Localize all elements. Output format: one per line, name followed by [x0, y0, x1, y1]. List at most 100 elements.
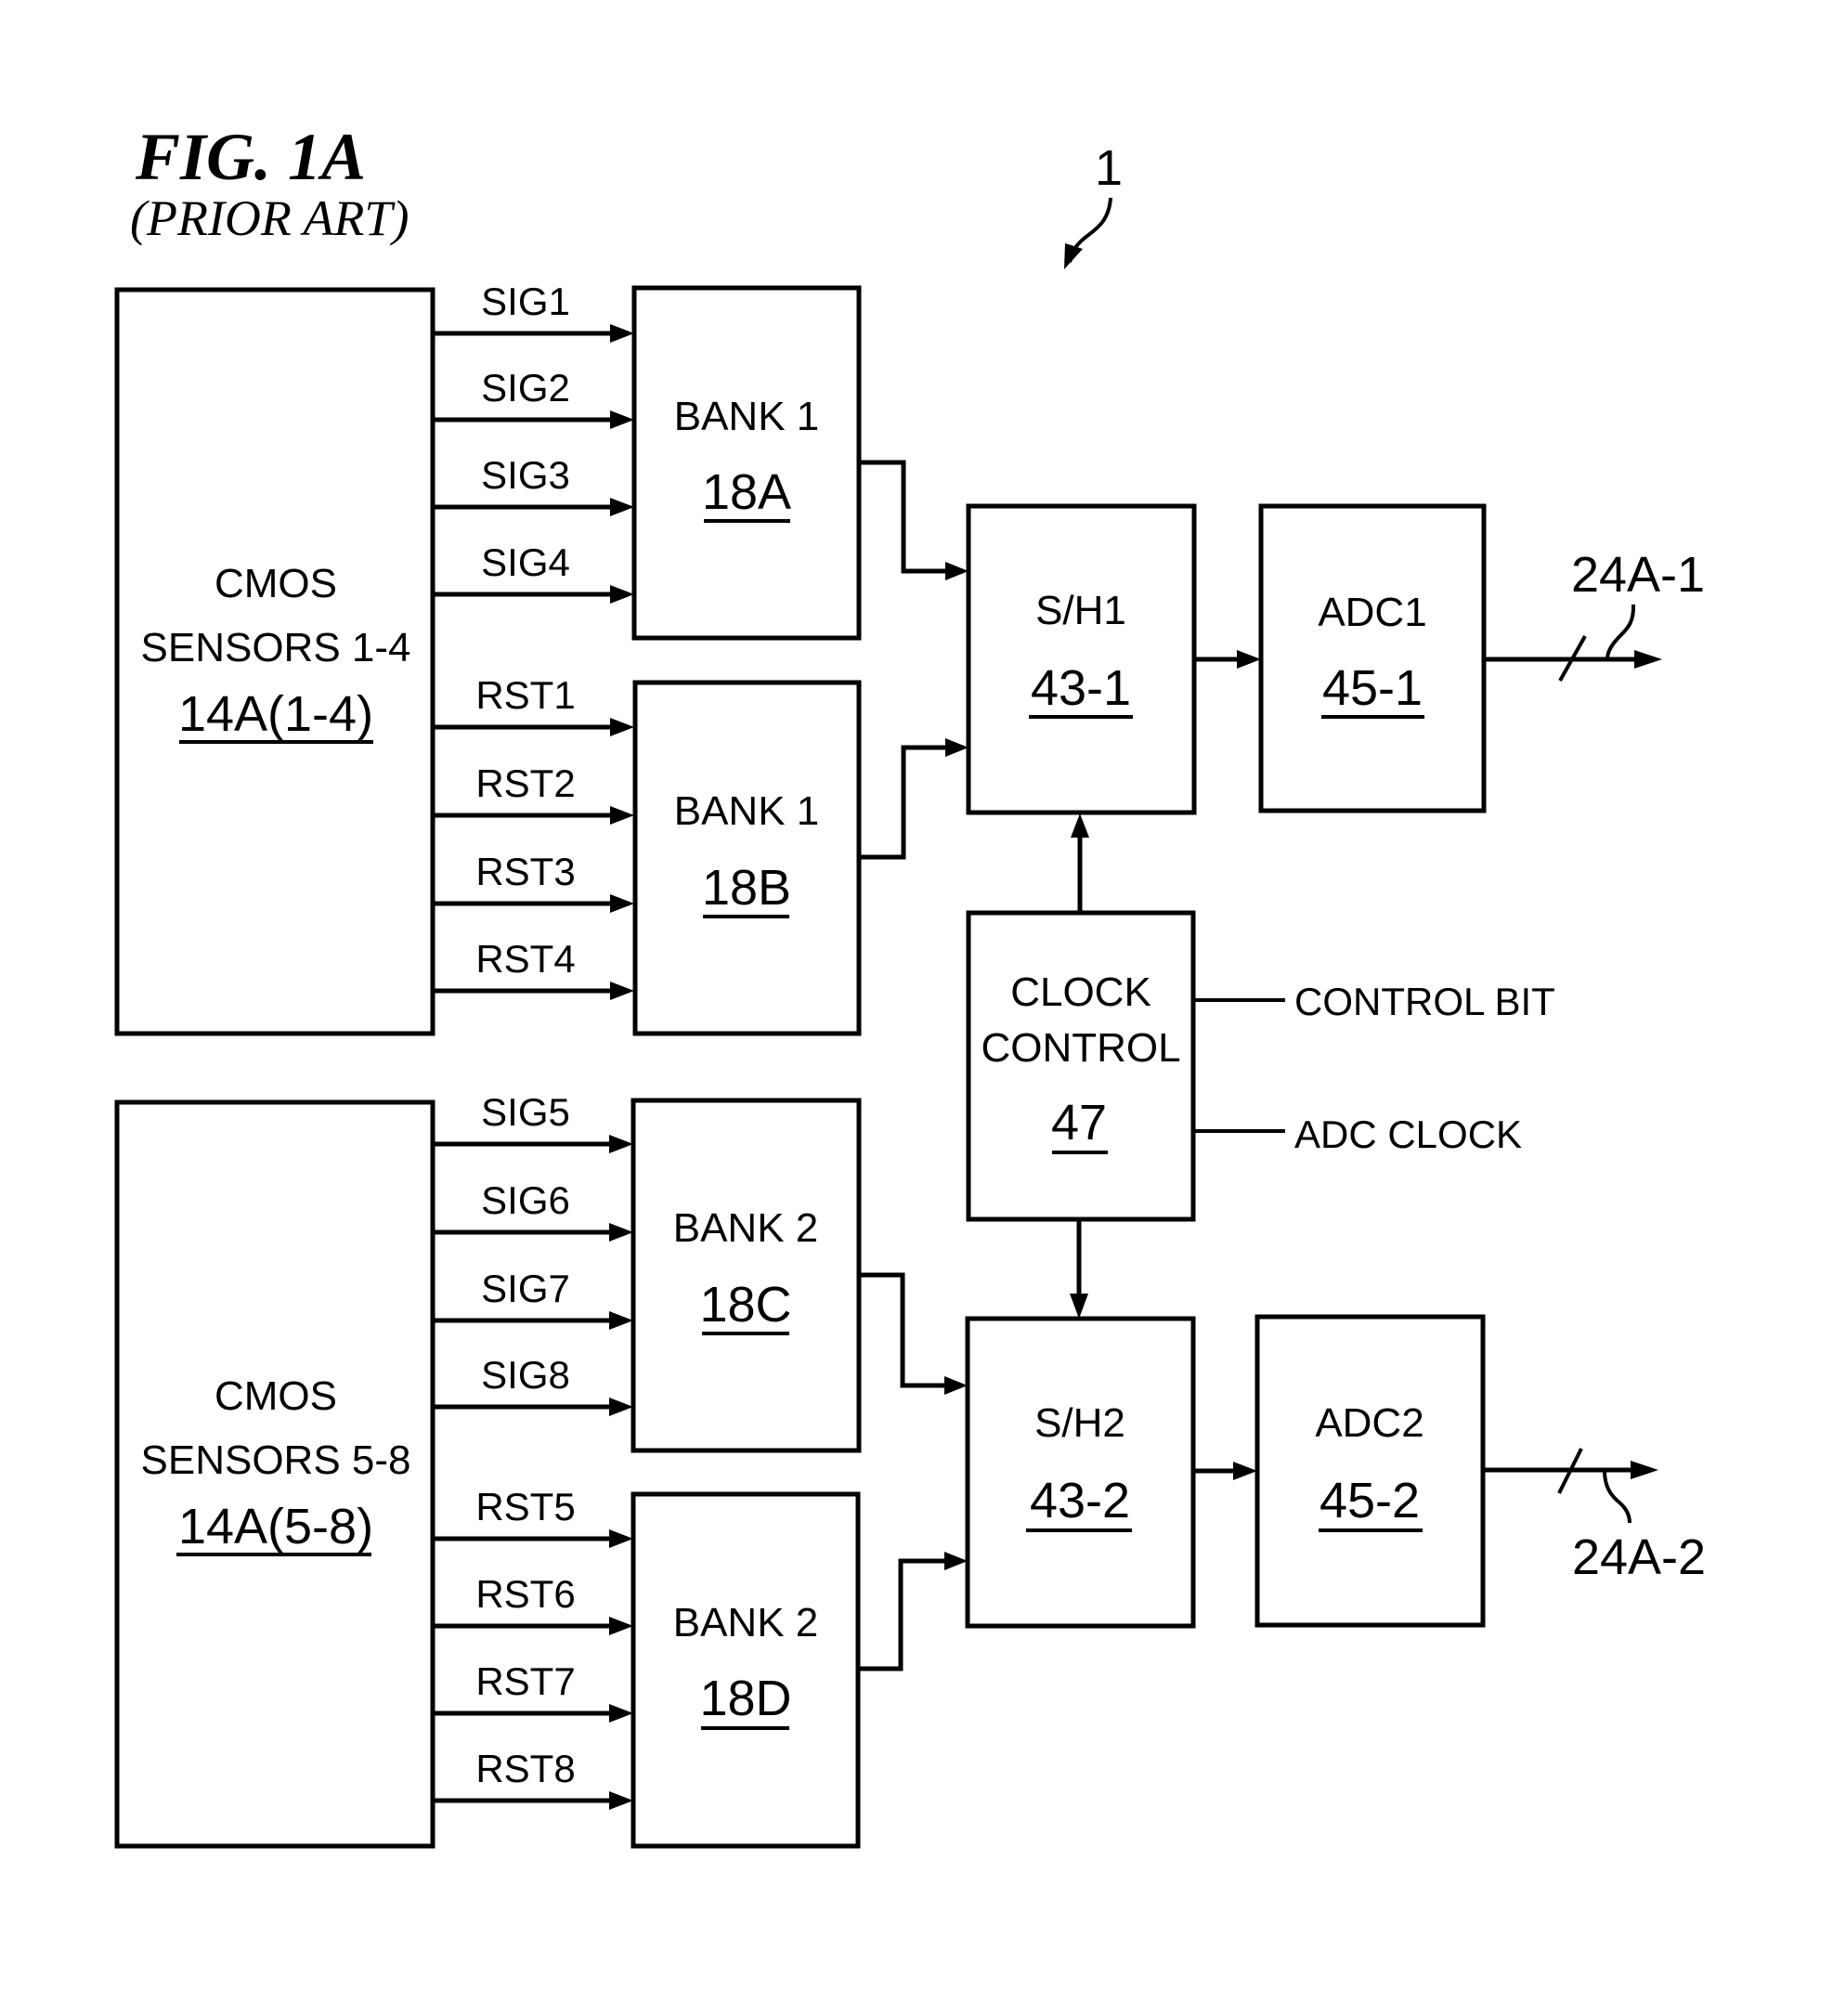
clock-control-line2: CONTROL [981, 1025, 1180, 1071]
signal-label-rst1: RST1 [475, 673, 575, 717]
signal-label-rst2: RST2 [475, 761, 575, 805]
bank-18c-box [630, 1098, 862, 1453]
bank-18d-name: BANK 2 [673, 1600, 819, 1645]
signal-label-sig8: SIG8 [481, 1353, 570, 1397]
bank-18a-ref: 18A [702, 464, 791, 520]
signal-wire-rst2: RST2 [433, 761, 634, 825]
signal-label-sig5: SIG5 [481, 1090, 570, 1134]
signal-label-sig7: SIG7 [481, 1267, 570, 1310]
bank-18d-ref: 18D [699, 1671, 791, 1726]
arrowhead-icon [609, 1135, 633, 1153]
signal-label-rst8: RST8 [475, 1747, 575, 1790]
arrowhead-icon [610, 718, 634, 736]
signal-wire-rst6: RST6 [433, 1572, 633, 1635]
clock-control-ref: 47 [1051, 1095, 1107, 1151]
signal-wire-sig7: SIG7 [433, 1267, 633, 1330]
adc2-ref: 45-2 [1320, 1473, 1420, 1528]
signal-label-rst3: RST3 [475, 850, 575, 893]
bank-18c-name: BANK 2 [673, 1205, 819, 1251]
signal-label-sig2: SIG2 [481, 366, 570, 410]
lower-signals-wires: SIG5 SIG6 SIG7 SIG8 RST5 RST6 RST7 RST8 [433, 1090, 633, 1810]
adc1-name: ADC1 [1318, 590, 1426, 635]
adc1-box [1258, 503, 1487, 813]
signal-label-rst7: RST7 [475, 1659, 575, 1703]
cmos-sensors-5-8-line1: CMOS [214, 1373, 337, 1419]
arrowhead-icon [609, 1529, 633, 1548]
adc2-output-ref: 24A-2 [1572, 1529, 1706, 1585]
bank-18c-ref: 18C [699, 1277, 791, 1333]
cmos-sensors-1-4-line1: CMOS [214, 561, 337, 606]
bank-18b-box [632, 680, 862, 1036]
arrowhead-icon [609, 1398, 633, 1416]
signal-wire-sig2: SIG2 [433, 366, 634, 429]
block-diagram: FIG. 1A (PRIOR ART) 1 CMOS SENSORS 1-4 1… [114, 120, 1706, 1849]
sh2-to-adc2-wire [1193, 1462, 1257, 1480]
system-ref-label: 1 [1095, 140, 1123, 196]
arrowhead-icon [609, 1617, 633, 1635]
signal-wire-rst7: RST7 [433, 1659, 633, 1723]
signal-wire-rst8: RST8 [433, 1747, 633, 1810]
adc2-name: ADC2 [1315, 1400, 1424, 1446]
bank-18b-to-sh1-wire [859, 738, 968, 860]
adc1-ref: 45-1 [1322, 660, 1423, 716]
control-bit-label: CONTROL BIT [1294, 980, 1555, 1023]
signal-label-rst4: RST4 [475, 937, 575, 981]
bank-18c-to-sh2-wire [859, 1272, 968, 1395]
arrowhead-icon [610, 498, 634, 516]
bank-18a-name: BANK 1 [674, 394, 820, 439]
bank-18b-ref: 18B [702, 860, 791, 916]
cmos-sensors-5-8-line2: SENSORS 5-8 [141, 1437, 411, 1483]
sh1-box [966, 503, 1197, 815]
clock-to-sh2-wire [1070, 1219, 1088, 1319]
bank-18d-to-sh2-wire [858, 1552, 968, 1671]
arrowhead-icon [609, 1223, 633, 1242]
signal-wire-sig3: SIG3 [433, 453, 634, 516]
signal-wire-rst1: RST1 [433, 673, 634, 736]
clock-to-sh1-wire [1071, 813, 1089, 913]
arrowhead-icon [609, 1311, 633, 1330]
arrowhead-icon [609, 1704, 633, 1723]
signal-label-rst5: RST5 [475, 1485, 575, 1528]
cmos-sensors-1-4-line2: SENSORS 1-4 [141, 625, 411, 670]
system-ref-leader-arrow-icon [1064, 197, 1112, 269]
arrowhead-icon [610, 982, 634, 1000]
arrowhead-icon [610, 806, 634, 825]
figure-title: FIG. 1A [135, 120, 366, 194]
bank-18a-to-sh1-wire [859, 460, 968, 580]
signal-wire-sig4: SIG4 [433, 540, 634, 604]
signal-wire-rst3: RST3 [433, 850, 634, 913]
arrowhead-icon [610, 585, 634, 604]
clock-control-line1: CLOCK [1010, 969, 1151, 1015]
sh2-name: S/H2 [1034, 1400, 1125, 1446]
signal-wire-rst5: RST5 [433, 1485, 633, 1548]
upper-signals-wires: SIG1 SIG2 SIG3 SIG4 RST1 RST2 RST3 RST4 [433, 280, 634, 1000]
adc2-box [1254, 1314, 1486, 1628]
sh1-name: S/H1 [1035, 588, 1126, 633]
adc1-output-bus [1484, 604, 1662, 682]
signal-label-sig6: SIG6 [481, 1178, 570, 1222]
signal-wire-sig6: SIG6 [433, 1178, 633, 1242]
signal-label-sig1: SIG1 [481, 280, 570, 323]
cmos-sensors-1-4-ref: 14A(1-4) [178, 686, 373, 742]
sh2-ref: 43-2 [1030, 1473, 1130, 1528]
adc-clock-label: ADC CLOCK [1294, 1112, 1522, 1156]
sh1-to-adc1-wire [1194, 650, 1261, 669]
adc1-output-ref: 24A-1 [1571, 547, 1705, 603]
signal-wire-rst4: RST4 [433, 937, 634, 1000]
sh1-ref: 43-1 [1031, 660, 1131, 716]
arrowhead-icon [610, 324, 634, 343]
signal-wire-sig5: SIG5 [433, 1090, 633, 1153]
figure-subtitle: (PRIOR ART) [130, 190, 409, 246]
bank-18a-box [631, 285, 862, 641]
adc2-output-bus [1483, 1448, 1658, 1524]
arrowhead-icon [609, 1791, 633, 1810]
arrowhead-icon [610, 410, 634, 429]
bank-18b-name: BANK 1 [674, 788, 820, 834]
signal-label-sig3: SIG3 [481, 453, 570, 497]
signal-wire-sig8: SIG8 [433, 1353, 633, 1416]
signal-label-sig4: SIG4 [481, 540, 570, 584]
cmos-sensors-5-8-ref: 14A(5-8) [178, 1499, 373, 1554]
signal-label-rst6: RST6 [475, 1572, 575, 1616]
signal-wire-sig1: SIG1 [433, 280, 634, 343]
arrowhead-icon [610, 894, 634, 913]
